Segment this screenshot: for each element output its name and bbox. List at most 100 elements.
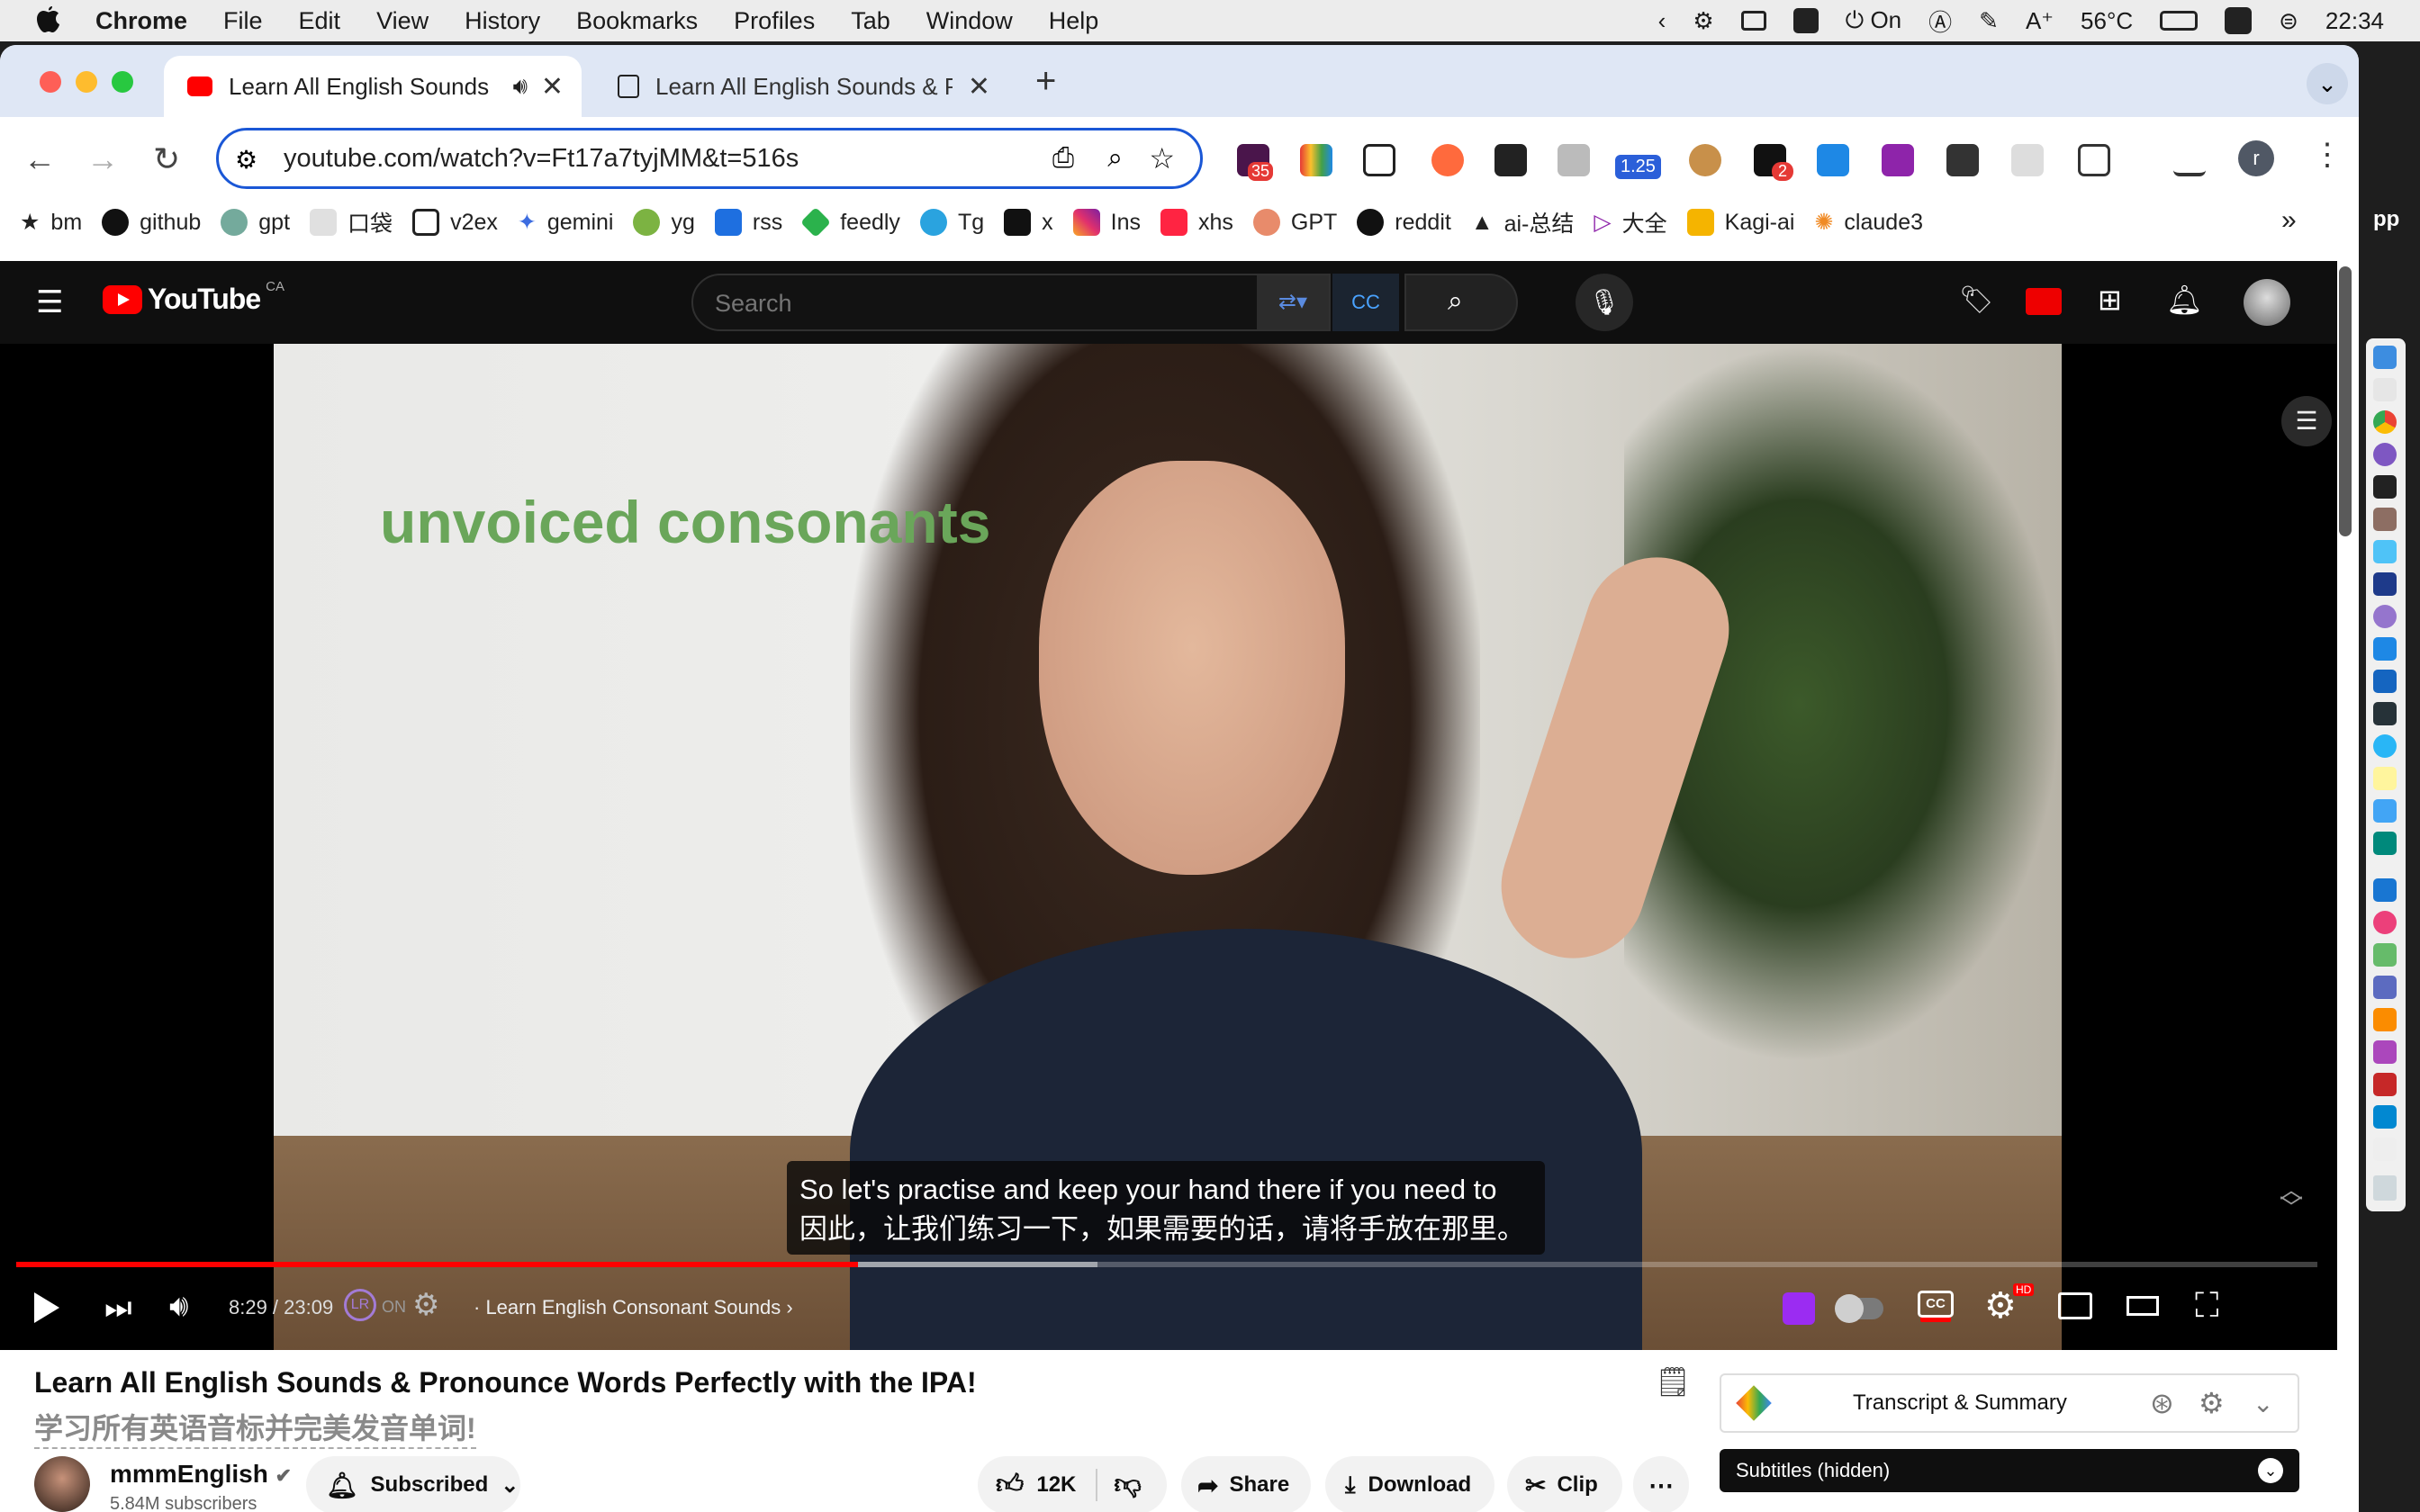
language-reactor-icon[interactable]: LR	[344, 1289, 376, 1321]
bookmark-reddit[interactable]: reddit	[1357, 209, 1451, 236]
power-status[interactable]: ⏻ On	[1846, 6, 1901, 35]
ext-cube-icon[interactable]	[1946, 144, 1979, 176]
search-input[interactable]	[715, 290, 1255, 318]
miniplayer-icon[interactable]	[2058, 1292, 2092, 1319]
dock-app24-icon[interactable]	[2373, 1105, 2397, 1129]
audio-playing-icon[interactable]: 🔊︎	[513, 72, 528, 101]
ext-markdown-icon[interactable]	[1494, 144, 1527, 176]
subtitles-expand-chevron-icon[interactable]: ⌄	[2258, 1458, 2283, 1483]
dislike-button[interactable]: 👎︎	[1114, 1469, 1141, 1501]
notes-ext-icon[interactable]: 🗒︎	[1655, 1364, 1692, 1399]
ext-cookie-icon[interactable]	[1689, 144, 1721, 176]
temperature[interactable]: 56°C	[2081, 7, 2133, 35]
autoplay-toggle[interactable]	[1835, 1294, 1883, 1323]
bookmark-pocket[interactable]: 口袋	[310, 206, 393, 238]
openai-logo-icon[interactable]: ⊛	[2150, 1386, 2174, 1420]
tab-close-icon[interactable]: ✕	[541, 71, 564, 103]
menu-edit[interactable]: Edit	[299, 7, 341, 35]
search-box[interactable]: ⇄▾	[691, 274, 1331, 331]
translate-icon[interactable]: A⁺	[2026, 7, 2054, 35]
menu-profiles[interactable]: Profiles	[734, 7, 815, 35]
panel-expand-chevron-icon[interactable]: ⌄	[2253, 1389, 2273, 1418]
bookmark-instagram[interactable]: Ins	[1072, 209, 1141, 236]
channel-avatar[interactable]	[34, 1456, 90, 1512]
dock-app11-icon[interactable]	[2373, 670, 2397, 693]
account-avatar[interactable]	[2244, 279, 2290, 326]
bookmark-gpt2[interactable]: GPT	[1252, 209, 1337, 236]
dock-app20-icon[interactable]	[2373, 976, 2397, 999]
subscribed-button[interactable]: 🔔︎ Subscribed ⌄	[306, 1456, 520, 1512]
ext-speed-badge[interactable]: 1.25	[1615, 155, 1661, 179]
clip-button[interactable]: ✂ Clip	[1507, 1456, 1622, 1512]
dock-app12-icon[interactable]	[2373, 702, 2397, 725]
tab-close-icon[interactable]: ✕	[968, 71, 990, 103]
bookmark-daquan[interactable]: ▷ 大全	[1594, 206, 1666, 238]
ext-kt-icon[interactable]	[1817, 144, 1849, 176]
bookmark-kagi[interactable]: Kagi-ai	[1686, 209, 1794, 236]
dock-app7-icon[interactable]	[2373, 540, 2397, 563]
bookmark-star-icon[interactable]: ☆	[1149, 141, 1175, 176]
minimize-window-button[interactable]	[76, 71, 97, 93]
more-bookmarks-chevron-icon[interactable]: »	[2281, 205, 2297, 236]
tab-search-chevron-icon[interactable]: ⌄	[2307, 63, 2348, 104]
bookmark-ai-summary[interactable]: ▲ ai-总结	[1471, 206, 1575, 238]
subtitles-cc-icon[interactable]: CC	[1918, 1291, 1954, 1318]
dock-vscode-icon[interactable]	[2373, 637, 2397, 661]
close-window-button[interactable]	[40, 71, 61, 93]
youtube-logo[interactable]: YouTube CA	[103, 279, 284, 316]
chrome-menu-icon[interactable]: ⋮	[2312, 137, 2343, 173]
search-button[interactable]: ⌕	[1404, 274, 1518, 331]
panel-settings-gear-icon[interactable]: ⚙	[2199, 1386, 2225, 1420]
zoom-window-button[interactable]	[112, 71, 133, 93]
install-app-icon[interactable]: ⎙	[1052, 143, 1074, 174]
apple-menu-icon[interactable]	[34, 5, 61, 36]
battery-icon[interactable]	[2160, 11, 2199, 31]
window-icon[interactable]	[1740, 11, 1766, 31]
lr-settings-gear-icon[interactable]: ⚙	[412, 1287, 439, 1323]
dock-app16-icon[interactable]	[2373, 832, 2397, 855]
dock-safari-icon[interactable]	[2373, 734, 2397, 758]
forward-arrow-icon[interactable]: →	[86, 140, 119, 178]
more-actions-button[interactable]: ⋯	[1633, 1456, 1689, 1512]
subtitles-panel-header[interactable]: Subtitles (hidden) ⌄	[1720, 1449, 2299, 1492]
new-tab-plus-icon[interactable]: +	[1035, 61, 1056, 102]
address-bar[interactable]: ⚙︎ youtube.com/watch?v=Ft17a7tyjMM&t=516…	[216, 128, 1203, 189]
ext-colorful-icon[interactable]	[1300, 144, 1332, 176]
fan-icon[interactable]	[1792, 8, 1819, 33]
menu-app-chrome[interactable]: Chrome	[95, 7, 187, 35]
dock-terminal-icon[interactable]	[2373, 475, 2397, 499]
menu-window[interactable]: Window	[926, 7, 1013, 35]
ext-gray-icon[interactable]	[2011, 144, 2044, 176]
bookmark-xhs[interactable]: xhs	[1160, 209, 1233, 236]
bookmark-github[interactable]: github	[102, 209, 201, 236]
bookmark-feedly[interactable]: feedly	[800, 207, 900, 238]
media-control-icon[interactable]	[2173, 144, 2206, 176]
dock-app17-icon[interactable]	[2373, 878, 2397, 902]
bookmark-rss[interactable]: rss	[714, 209, 782, 236]
bookmark-bm[interactable]: ★ bm	[20, 209, 82, 236]
dock-app19-icon[interactable]	[2373, 943, 2397, 967]
dock-app22-icon[interactable]	[2373, 1040, 2397, 1064]
menu-help[interactable]: Help	[1049, 7, 1099, 35]
fullscreen-icon[interactable]: ⛶	[2195, 1287, 2219, 1326]
like-button[interactable]: 👍︎ 12K	[996, 1469, 1076, 1501]
ext-orange-icon[interactable]	[1431, 144, 1464, 176]
gear-icon[interactable]: ⚙	[1693, 7, 1713, 35]
dock-app8-icon[interactable]	[2373, 572, 2397, 596]
s-app-icon[interactable]	[2225, 7, 2253, 34]
scroll-arrows-icon[interactable]: ︿ ﹀	[2280, 1178, 2303, 1220]
red-ext-icon[interactable]	[2026, 288, 2062, 315]
dock-app23-icon[interactable]	[2373, 1073, 2397, 1096]
menu-file[interactable]: File	[223, 7, 263, 35]
profile-avatar[interactable]: r	[2238, 140, 2274, 176]
edit-icon[interactable]: ✎	[1979, 7, 1999, 35]
dock-mail-icon[interactable]	[2373, 799, 2397, 823]
notifications-bell-icon[interactable]: 🔔︎	[2166, 283, 2203, 317]
dock-app6-icon[interactable]	[2373, 508, 2397, 531]
dock-trash-icon[interactable]	[2373, 1175, 2397, 1201]
dock-app9-icon[interactable]	[2373, 605, 2397, 628]
menu-tab[interactable]: Tab	[851, 7, 890, 35]
ext-s-icon[interactable]	[1363, 144, 1395, 176]
bookmark-x[interactable]: x	[1004, 209, 1053, 236]
bookmark-v2ex[interactable]: v2ex	[412, 209, 498, 236]
